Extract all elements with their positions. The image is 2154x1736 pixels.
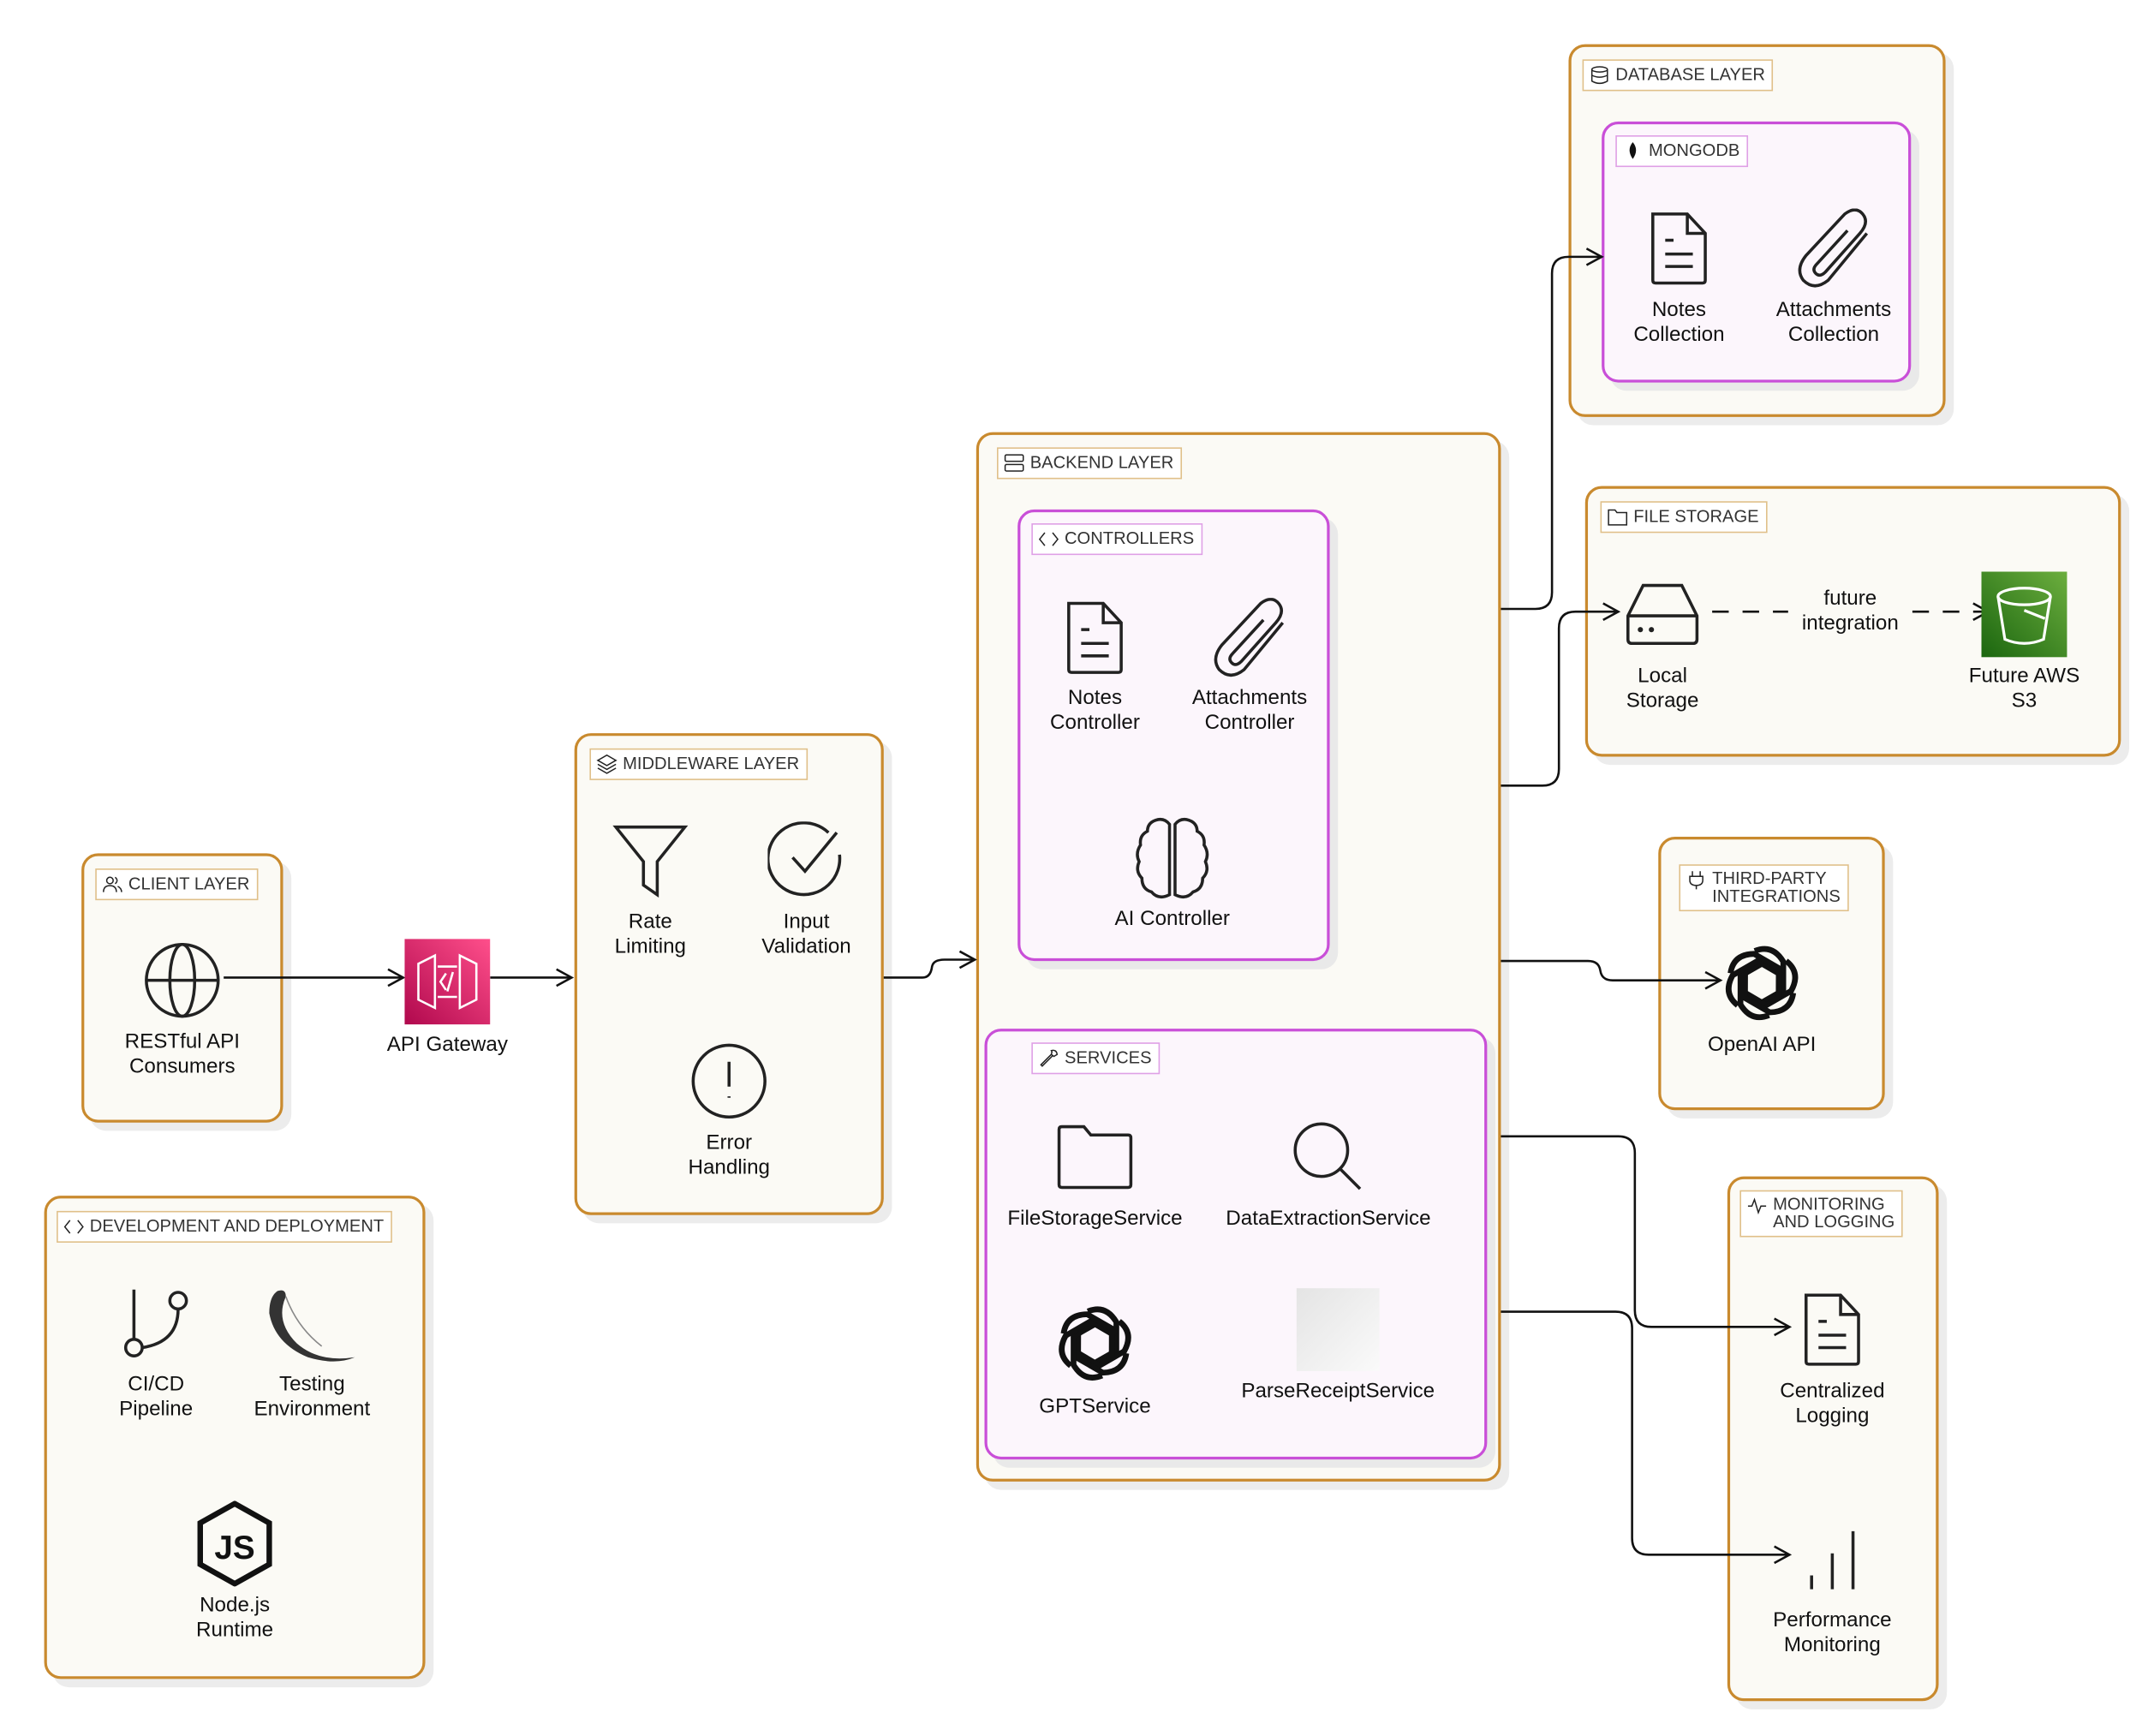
client-layer-title: CLIENT LAYER xyxy=(95,868,259,901)
database-icon xyxy=(1590,66,1608,85)
rate-limiting-label: Rate Limiting xyxy=(614,910,687,958)
alert-circle-icon xyxy=(691,1043,767,1119)
attachments-collection-label: Attachments Collection xyxy=(1775,298,1892,346)
database-layer: DATABASE LAYER MONGODB xyxy=(1568,44,1946,417)
testing-environment-label: Testing Environment xyxy=(254,1372,371,1421)
svg-text:JS: JS xyxy=(214,1530,254,1566)
dataextractionservice-label: DataExtractionService xyxy=(1226,1207,1431,1231)
code-icon xyxy=(1038,532,1059,546)
performance-monitoring-label: Performance Monitoring xyxy=(1773,1608,1892,1656)
edge-middleware-backend xyxy=(883,950,977,979)
globe-icon xyxy=(145,942,220,1018)
git-branch-icon xyxy=(123,1289,188,1357)
third-party-title: THIRD-PARTY INTEGRATIONS xyxy=(1679,864,1849,912)
parsereceiptservice-label: ParseReceiptService xyxy=(1241,1379,1435,1403)
nodejs-icon: JS xyxy=(197,1500,272,1587)
bar-chart-icon xyxy=(1810,1530,1855,1590)
check-circle-icon xyxy=(767,821,842,897)
folder-icon xyxy=(1057,1125,1133,1190)
database-layer-title: DATABASE LAYER xyxy=(1582,59,1774,92)
mongodb-leaf-icon xyxy=(1629,141,1637,159)
openai-api-label: OpenAI API xyxy=(1707,1032,1817,1057)
brain-icon xyxy=(1136,817,1209,899)
server-icon xyxy=(1004,454,1024,472)
openai-icon xyxy=(1719,940,1805,1026)
local-storage-label: Local Storage xyxy=(1626,664,1699,713)
nodejs-runtime-label: Node.js Runtime xyxy=(196,1593,274,1642)
paperclip-icon xyxy=(1798,208,1869,288)
monitoring-title: MONITORING AND LOGGING xyxy=(1739,1190,1903,1238)
plug-icon xyxy=(1689,871,1704,890)
notes-collection-label: Notes Collection xyxy=(1633,298,1725,346)
middleware-layer-title: MIDDLEWARE LAYER xyxy=(589,748,808,780)
edge-label-future-integration: future integration xyxy=(1801,587,1899,635)
activity-icon xyxy=(1747,1197,1767,1215)
code-icon xyxy=(63,1220,84,1234)
image-placeholder-icon xyxy=(1296,1288,1380,1371)
centralized-logging-label: Centralized Logging xyxy=(1780,1379,1885,1428)
attachments-controller-label: Attachments Controller xyxy=(1191,686,1308,734)
ai-controller-label: AI Controller xyxy=(1114,907,1230,931)
input-validation-label: Input Validation xyxy=(761,910,851,958)
services-title: SERVICES xyxy=(1031,1042,1161,1075)
flask-icon xyxy=(269,1290,355,1362)
notes-controller-label: Notes Controller xyxy=(1050,686,1140,734)
openai-icon xyxy=(1052,1301,1137,1387)
layers-icon xyxy=(596,754,618,774)
document-icon xyxy=(1651,212,1707,285)
dev-deploy-title: DEVELOPMENT AND DEPLOYMENT xyxy=(57,1210,392,1243)
file-storage-title: FILE STORAGE xyxy=(1600,501,1768,534)
aws-api-gateway-icon[interactable] xyxy=(404,939,491,1025)
controllers-title: CONTROLLERS xyxy=(1031,523,1202,556)
restful-api-consumers-label: RESTful API Consumers xyxy=(124,1029,241,1078)
folder-icon xyxy=(1608,509,1628,526)
document-icon xyxy=(1067,601,1123,674)
wrench-icon xyxy=(1040,1049,1059,1067)
backend-layer-title: BACKEND LAYER xyxy=(997,447,1182,480)
filter-icon xyxy=(612,825,689,898)
error-handling-label: Error Handling xyxy=(688,1130,770,1179)
gptservice-label: GPTService xyxy=(1039,1394,1151,1418)
mongodb-title: MONGODB xyxy=(1615,134,1749,168)
filestorageservice-label: FileStorageService xyxy=(1007,1207,1183,1231)
api-gateway-label: API Gateway xyxy=(386,1032,508,1057)
cicd-pipeline-label: CI/CD Pipeline xyxy=(119,1372,194,1421)
aws-s3-icon xyxy=(1981,571,2067,658)
paperclip-icon xyxy=(1214,598,1285,677)
search-icon xyxy=(1293,1122,1362,1190)
future-aws-s3-label: Future AWS S3 xyxy=(1968,664,2080,713)
hard-drive-icon xyxy=(1626,583,1699,646)
users-icon xyxy=(103,876,122,892)
document-icon xyxy=(1804,1293,1860,1366)
